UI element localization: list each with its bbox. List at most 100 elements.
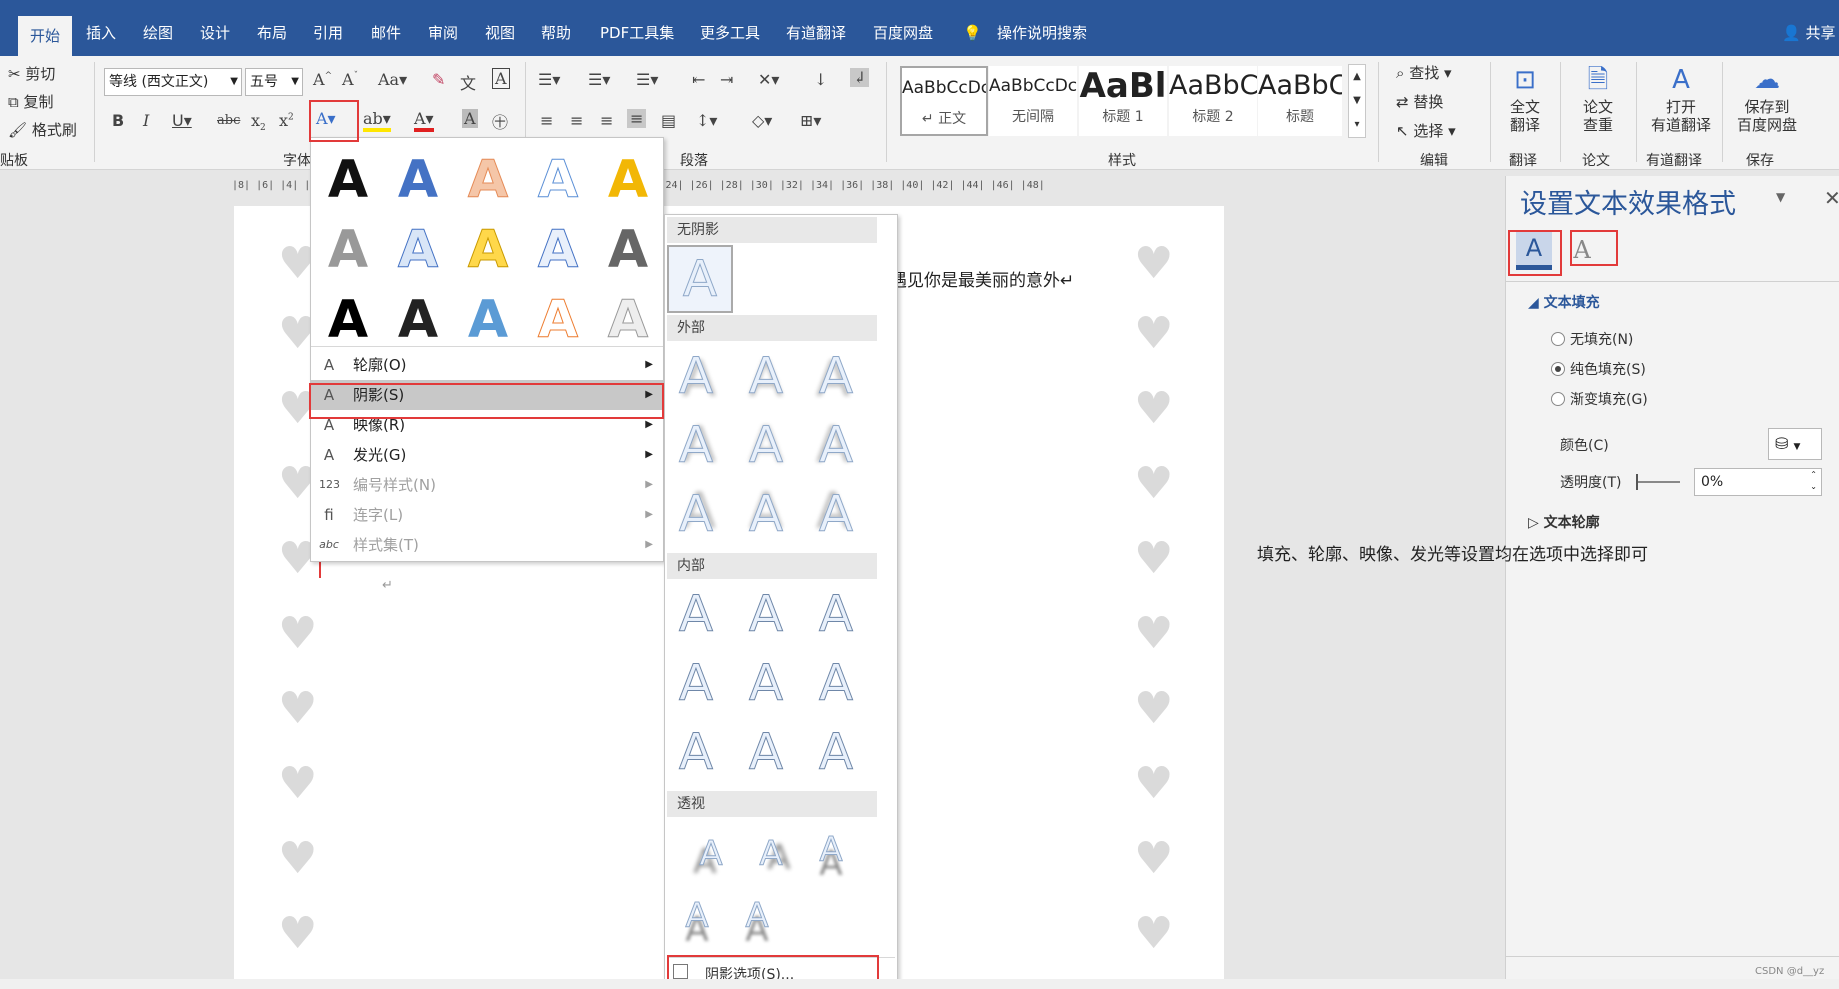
bullets-icon[interactable]: ☰▾: [538, 70, 560, 89]
outer-shadow-option[interactable]: A: [666, 414, 726, 476]
style-heading-2[interactable]: AaBbC 标题 2: [1169, 66, 1257, 136]
no-shadow-option[interactable]: A: [667, 245, 733, 313]
inner-shadow-option[interactable]: A: [666, 583, 726, 645]
paper-check-button[interactable]: 🗎 论文 查重: [1570, 62, 1626, 134]
sort-icon[interactable]: ↓: [814, 70, 827, 89]
tab-design[interactable]: 设计: [200, 18, 230, 48]
replace-button[interactable]: ⇄ 替换: [1396, 91, 1443, 112]
perspective-shadow-option[interactable]: A: [727, 885, 787, 947]
close-icon[interactable]: ✕: [1824, 186, 1839, 210]
outer-shadow-option[interactable]: A: [806, 414, 866, 476]
find-button[interactable]: ⌕ 查找 ▾: [1396, 62, 1452, 83]
tab-view[interactable]: 视图: [485, 18, 515, 48]
tab-baidu[interactable]: 百度网盘: [873, 18, 933, 48]
outer-shadow-option[interactable]: A: [806, 345, 866, 407]
effect-preset[interactable]: A: [595, 218, 661, 282]
inner-shadow-option[interactable]: A: [736, 652, 796, 714]
slider-thumb[interactable]: [1636, 474, 1638, 490]
inner-shadow-option[interactable]: A: [806, 652, 866, 714]
text-fill-section[interactable]: ◢ 文本填充: [1528, 292, 1600, 312]
glow-menu-item[interactable]: A 发光(G) ▶: [311, 440, 663, 470]
transparency-input[interactable]: 0% ⌃ ⌄: [1694, 468, 1822, 496]
tab-draw[interactable]: 绘图: [143, 18, 173, 48]
align-left-icon[interactable]: ≡: [540, 111, 553, 130]
grow-font-icon[interactable]: A^: [313, 70, 332, 89]
document-text[interactable]: 遇见你是最美丽的意外↵: [890, 266, 1074, 291]
perspective-shadow-option[interactable]: A: [667, 885, 727, 947]
justify-icon[interactable]: ≡: [627, 109, 647, 128]
highlight-icon[interactable]: ab▾: [363, 109, 391, 132]
character-border-icon[interactable]: A: [492, 68, 510, 89]
effect-preset[interactable]: A: [315, 148, 381, 212]
tab-layout[interactable]: 布局: [257, 18, 287, 48]
change-case-icon[interactable]: Aa▾: [378, 70, 407, 89]
inner-shadow-option[interactable]: A: [666, 652, 726, 714]
outer-shadow-option[interactable]: A: [806, 483, 866, 545]
perspective-shadow-option[interactable]: A: [741, 823, 801, 885]
spinner-icon[interactable]: ⌃ ⌄: [1810, 469, 1817, 493]
tab-home[interactable]: 开始: [18, 16, 73, 56]
tab-references[interactable]: 引用: [313, 18, 343, 48]
increase-indent-icon[interactable]: ⇥: [720, 70, 733, 89]
gradient-fill-radio[interactable]: [1551, 392, 1565, 406]
chinese-layout-icon[interactable]: ✕▾: [758, 70, 779, 89]
perspective-shadow-option[interactable]: A: [801, 819, 861, 881]
align-center-icon[interactable]: ≡: [570, 111, 583, 130]
effect-preset[interactable]: A: [525, 148, 591, 212]
color-picker-button[interactable]: ⛁ ▼: [1768, 428, 1822, 460]
transparency-slider[interactable]: [1636, 481, 1680, 483]
superscript-icon[interactable]: x2: [279, 111, 294, 130]
phonetic-guide-icon[interactable]: 文: [460, 70, 476, 94]
tell-me-search[interactable]: 操作说明搜索: [997, 18, 1087, 48]
style-normal[interactable]: AaBbCcDc ↵ 正文: [900, 66, 988, 136]
pane-options-icon[interactable]: ▼: [1776, 190, 1785, 204]
strikethrough-icon[interactable]: abc: [217, 113, 240, 128]
inner-shadow-option[interactable]: A: [736, 721, 796, 783]
inner-shadow-option[interactable]: A: [736, 583, 796, 645]
effect-preset[interactable]: A: [455, 148, 521, 212]
show-marks-icon[interactable]: ↲: [850, 68, 870, 87]
effect-preset[interactable]: A: [455, 218, 521, 282]
font-color-icon[interactable]: A▾: [414, 109, 434, 132]
underline-icon[interactable]: U▾: [172, 111, 192, 130]
enclose-characters-icon[interactable]: ㊉: [492, 109, 508, 133]
effect-preset[interactable]: A: [525, 288, 591, 352]
outline-menu-item[interactable]: A 轮廓(O) ▶: [311, 350, 663, 380]
effect-preset[interactable]: A: [315, 288, 381, 352]
character-shading-icon[interactable]: A: [462, 109, 478, 128]
tab-mailings[interactable]: 邮件: [371, 18, 401, 48]
cut-button[interactable]: ✂ 剪切: [8, 63, 55, 84]
outer-shadow-option[interactable]: A: [666, 345, 726, 407]
effect-preset[interactable]: A: [595, 288, 661, 352]
effect-preset[interactable]: A: [385, 218, 451, 282]
style-no-spacing[interactable]: AaBbCcDc 无间隔: [989, 66, 1077, 136]
inner-shadow-option[interactable]: A: [666, 721, 726, 783]
font-size-combo[interactable]: 五号 ▼: [245, 68, 303, 96]
perspective-shadow-option[interactable]: A: [681, 823, 741, 885]
style-title[interactable]: AaBbC 标题: [1258, 66, 1342, 136]
decrease-indent-icon[interactable]: ⇤: [692, 70, 705, 89]
tab-youdao[interactable]: 有道翻译: [786, 18, 846, 48]
inner-shadow-option[interactable]: A: [806, 721, 866, 783]
effect-preset[interactable]: A: [525, 218, 591, 282]
outer-shadow-option[interactable]: A: [736, 414, 796, 476]
numbering-icon[interactable]: ☰▾: [588, 70, 610, 89]
tab-more-tools[interactable]: 更多工具: [700, 18, 760, 48]
italic-icon[interactable]: I: [143, 111, 149, 130]
clear-formatting-icon[interactable]: ✎: [432, 70, 445, 89]
line-spacing-icon[interactable]: ↕▾: [696, 111, 717, 130]
format-painter-button[interactable]: 🖌 格式刷: [8, 119, 77, 140]
outer-shadow-option[interactable]: A: [736, 483, 796, 545]
tab-pdf-tools[interactable]: PDF工具集: [600, 18, 674, 48]
distributed-icon[interactable]: ▤: [661, 111, 676, 130]
outer-shadow-option[interactable]: A: [666, 483, 726, 545]
effect-preset[interactable]: A: [385, 148, 451, 212]
align-right-icon[interactable]: ≡: [600, 111, 613, 130]
effect-preset[interactable]: A: [315, 218, 381, 282]
multilevel-list-icon[interactable]: ☰▾: [636, 70, 658, 89]
font-name-combo[interactable]: 等线 (西文正文) ▼: [104, 68, 242, 96]
effect-preset[interactable]: A: [455, 288, 521, 352]
full-text-translate-button[interactable]: ⊡ 全文 翻译: [1500, 62, 1550, 134]
effect-preset[interactable]: A: [385, 288, 451, 352]
copy-button[interactable]: ⧉ 复制: [8, 91, 54, 112]
